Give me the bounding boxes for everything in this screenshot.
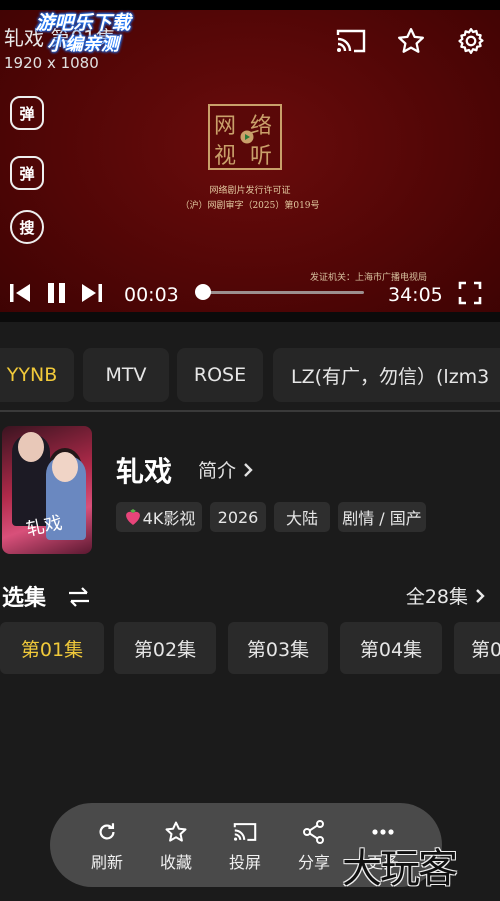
current-time: 00:03 <box>124 284 179 306</box>
license-line2: （沪）网剧审字（2025）第019号 <box>180 201 320 211</box>
license-issuer: 发证机关：上海市广播电视局 <box>310 273 428 283</box>
pause-icon[interactable] <box>46 280 68 306</box>
source-tab-mtv[interactable]: MTV <box>83 348 169 402</box>
tag-genre: 剧情 / 国产 <box>338 502 426 532</box>
episode-section-title: 选集 <box>2 580 92 612</box>
source-tab-lz[interactable]: LZ(有广，勿信）(lzm3 <box>273 348 500 402</box>
license-line1: 网络剧片发行许可证 <box>209 186 291 196</box>
license-logo-char: 网 <box>214 114 237 139</box>
danmaku-toggle-button[interactable]: 弹 <box>10 96 44 130</box>
total-time: 34:05 <box>388 284 443 306</box>
favorite-button[interactable]: 收藏 <box>148 819 204 875</box>
all-episodes-link[interactable]: 全28集 <box>406 582 486 609</box>
search-button[interactable]: 搜 <box>10 210 44 244</box>
overlay-watermark: 游吧乐下载 小编亲测 <box>14 12 152 62</box>
tag-source-label: 4K影视 <box>142 509 196 528</box>
fullscreen-icon[interactable] <box>458 280 482 306</box>
tag-region: 大陆 <box>274 502 330 532</box>
license-logo-char: 视 <box>214 144 237 169</box>
share-label: 分享 <box>297 853 330 872</box>
divider <box>0 410 500 412</box>
episode-title-label: 选集 <box>2 586 47 611</box>
source-tab-rose[interactable]: ROSE <box>177 348 263 402</box>
skip-previous-icon[interactable] <box>8 280 32 306</box>
seek-thumb[interactable] <box>195 284 212 300</box>
cast-label: 投屏 <box>228 853 261 872</box>
seek-bar[interactable] <box>196 291 364 294</box>
share-button[interactable]: 分享 <box>286 819 342 875</box>
refresh-label: 刷新 <box>90 853 123 872</box>
refresh-button[interactable]: 刷新 <box>79 819 135 875</box>
watermark-line2: 小编亲测 <box>47 34 119 55</box>
skip-next-icon[interactable] <box>80 280 104 306</box>
cast-icon[interactable] <box>334 24 368 58</box>
brand-watermark: 大玩客 <box>342 846 458 892</box>
favorite-label: 收藏 <box>159 853 192 872</box>
search-label: 搜 <box>19 218 35 237</box>
cast-button[interactable]: 投屏 <box>217 819 273 875</box>
episode-item-03[interactable]: 第03集 <box>228 622 328 674</box>
source-tab-yynb[interactable]: YYNB <box>0 348 74 402</box>
episode-header: 选集 全28集 <box>2 580 498 612</box>
show-title: 轧戏 <box>116 455 173 488</box>
poster-image[interactable]: 轧戏 <box>2 426 92 554</box>
status-bar <box>0 0 500 10</box>
tag-year: 2026 <box>210 502 266 532</box>
chevron-right-icon <box>244 462 253 477</box>
star-icon[interactable] <box>394 24 428 58</box>
license-logo: 网 络 视 听 <box>208 104 282 170</box>
player-bottom-edge <box>0 312 500 322</box>
intro-label: 简介 <box>198 460 237 482</box>
share-icon <box>303 820 324 844</box>
cast-icon <box>233 823 257 841</box>
danmaku-off-label: 弹 <box>19 104 35 123</box>
gear-icon[interactable] <box>454 24 488 58</box>
episode-item-05[interactable]: 第0 <box>454 622 500 674</box>
video-player[interactable]: 轧戏 第01集 1920 x 1080 游吧乐下载 小编亲测 弹 弹 搜 网 络… <box>0 0 500 322</box>
watermark-line1: 游吧乐下载 <box>35 12 131 34</box>
source-tabs: YYNB MTV ROSE LZ(有广，勿信）(lzm3 <box>0 348 500 402</box>
strawberry-icon <box>125 509 140 525</box>
intro-link[interactable]: 简介 <box>198 456 254 483</box>
episode-item-04[interactable]: 第04集 <box>340 622 442 674</box>
danmaku-settings-label: 弹 <box>19 164 35 183</box>
play-triangle-icon <box>240 130 254 144</box>
episode-item-01[interactable]: 第01集 <box>0 622 104 674</box>
episode-list: 第01集 第02集 第03集 第04集 第0 <box>0 622 500 674</box>
player-top-actions <box>334 24 488 58</box>
episode-item-02[interactable]: 第02集 <box>114 622 216 674</box>
star-icon <box>165 821 187 842</box>
swap-order-icon[interactable] <box>66 587 92 607</box>
more-dots-icon <box>372 829 394 835</box>
refresh-icon <box>99 823 115 840</box>
tag-source: 4K影视 <box>116 502 202 532</box>
episode-total-label: 全28集 <box>405 586 468 608</box>
chevron-right-icon <box>476 588 485 603</box>
